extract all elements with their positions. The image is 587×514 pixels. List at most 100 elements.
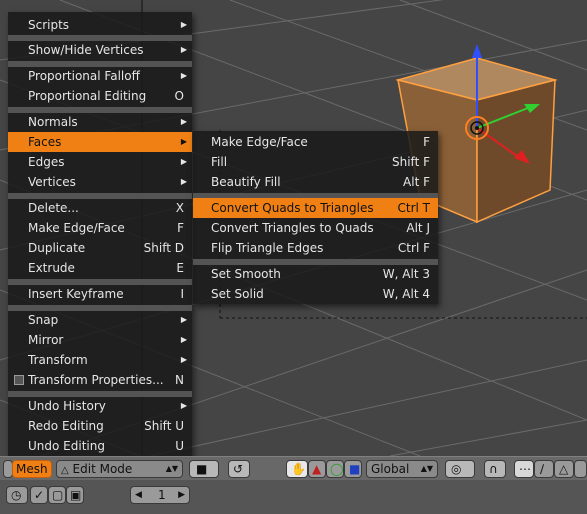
menu-item-label: Vertices <box>28 175 76 189</box>
menu-item-label: Make Edge/Face <box>28 221 125 235</box>
proportional-icon: ◎ <box>451 462 462 476</box>
frame-number-field[interactable]: ◀ 1 ▶ <box>130 486 190 504</box>
submenu-item-set-solid[interactable]: Set Solid W, Alt 4 <box>193 284 438 304</box>
menu-item-label: Fill <box>211 155 228 169</box>
submenu-item-make-edge-face[interactable]: Make Edge/Face F <box>193 132 438 152</box>
menu-item-proportional-falloff[interactable]: Proportional Falloff ▶ <box>8 66 192 86</box>
menu-item-shortcut: Shift U <box>144 419 184 433</box>
tool-button-select[interactable]: ▢ <box>48 486 66 504</box>
face-select-icon: △ <box>559 462 569 476</box>
menu-item-show-hide-vertices[interactable]: Show/Hide Vertices ▶ <box>8 40 192 60</box>
menu-item-vertices[interactable]: Vertices ▶ <box>8 172 192 192</box>
menu-item-snap[interactable]: Snap ▶ <box>8 310 192 330</box>
transform-widget-toggle[interactable]: ✋ <box>286 460 308 478</box>
occlude-geometry-button[interactable] <box>574 460 587 478</box>
submenu-arrow-icon: ▶ <box>180 20 187 29</box>
menu-item-label: Convert Quads to Triangles <box>211 201 374 215</box>
snap-button[interactable]: ∩ <box>484 460 506 478</box>
submenu-item-beautify-fill[interactable]: Beautify Fill Alt F <box>193 172 438 192</box>
menu-item-shortcut: U <box>175 439 184 453</box>
menu-item-shortcut: F <box>423 135 430 149</box>
submenu-arrow-icon: ▶ <box>180 45 187 54</box>
menu-item-shortcut: W, Alt 3 <box>382 267 430 281</box>
submenu-item-fill[interactable]: Fill Shift F <box>193 152 438 172</box>
menu-item-shortcut: F <box>177 221 184 235</box>
menu-item-label: Undo History <box>28 399 106 413</box>
mode-selector[interactable]: △ Edit Mode ▲▼ <box>56 460 183 478</box>
menu-item-shortcut: Alt J <box>406 221 430 235</box>
menu-item-label: Normals <box>28 115 78 129</box>
submenu-item-convert-quads-to-triangles[interactable]: Convert Quads to Triangles Ctrl T <box>193 198 438 218</box>
checkbox-icon[interactable] <box>14 375 24 385</box>
menu-item-shortcut: W, Alt 4 <box>382 287 430 301</box>
menu-item-extrude[interactable]: Extrude E <box>8 258 192 278</box>
menu-item-normals[interactable]: Normals ▶ <box>8 112 192 132</box>
scale-manipulator-button[interactable]: ■ <box>344 460 362 478</box>
vertex-select-icon: ⋯ <box>519 462 531 476</box>
menu-item-label: Set Smooth <box>211 267 281 281</box>
menu-item-transform[interactable]: Transform ▶ <box>8 350 192 370</box>
menu-item-label: Insert Keyframe <box>28 287 124 301</box>
increment-arrow-icon: ▶ <box>178 490 185 500</box>
rotate-icon: ◯ <box>330 462 344 476</box>
faces-submenu: Make Edge/Face F Fill Shift F Beautify Fill A… <box>193 131 438 304</box>
menu-item-label: Undo Editing <box>28 439 105 453</box>
menu-item-edges[interactable]: Edges ▶ <box>8 152 192 172</box>
edge-select-mode-button[interactable]: ∕ <box>534 460 554 478</box>
menu-item-label: Snap <box>28 313 59 327</box>
menu-item-label: Extrude <box>28 261 75 275</box>
menu-item-undo-history[interactable]: Undo History ▶ <box>8 396 192 416</box>
menu-item-make-edge-face[interactable]: Make Edge/Face F <box>8 218 192 238</box>
vertex-select-mode-button[interactable]: ⋯ <box>514 460 534 478</box>
editor-type-button[interactable]: ◷ <box>6 486 28 504</box>
menu-item-shortcut: E <box>176 261 184 275</box>
menu-item-transform-properties[interactable]: Transform Properties... N <box>8 370 192 390</box>
hand-icon: ✋ <box>291 462 306 476</box>
menu-item-shortcut: Shift D <box>143 241 184 255</box>
submenu-item-flip-triangle-edges[interactable]: Flip Triangle Edges Ctrl F <box>193 238 438 258</box>
pivot-icon: ↺ <box>233 462 244 476</box>
menu-item-insert-keyframe[interactable]: Insert Keyframe I <box>8 284 192 304</box>
menu-item-shortcut: Shift F <box>392 155 430 169</box>
tool-button-move[interactable]: ✓ <box>30 486 48 504</box>
submenu-arrow-icon: ▶ <box>180 157 187 166</box>
mesh-menu: Scripts ▶ Show/Hide Vertices ▶ Proportional … <box>8 12 192 457</box>
menu-item-redo-editing[interactable]: Redo Editing Shift U <box>8 416 192 436</box>
draw-type-button[interactable]: ■ <box>189 460 219 478</box>
rotate-manipulator-button[interactable]: ◯ <box>326 460 344 478</box>
menu-item-proportional-editing[interactable]: Proportional Editing O <box>8 86 192 106</box>
submenu-arrow-icon: ▶ <box>180 137 187 146</box>
scale-icon: ■ <box>349 462 361 476</box>
submenu-item-set-smooth[interactable]: Set Smooth W, Alt 3 <box>193 264 438 284</box>
menu-item-duplicate[interactable]: Duplicate Shift D <box>8 238 192 258</box>
orientation-selector[interactable]: Global ▲▼ <box>366 460 438 478</box>
tool-button-image[interactable]: ▣ <box>66 486 84 504</box>
menu-item-scripts[interactable]: Scripts ▶ <box>8 15 192 35</box>
submenu-arrow-icon: ▶ <box>180 335 187 344</box>
menu-item-delete[interactable]: Delete... X <box>8 198 192 218</box>
proportional-edit-button[interactable]: ◎ <box>445 460 475 478</box>
menu-item-label: Proportional Falloff <box>28 69 140 83</box>
menu-item-label: Make Edge/Face <box>211 135 308 149</box>
clock-icon: ◷ <box>11 488 22 502</box>
menu-item-label: Duplicate <box>28 241 86 255</box>
menu-item-label: Convert Triangles to Quads <box>211 221 374 235</box>
pivot-button[interactable]: ↺ <box>228 460 250 478</box>
menu-item-shortcut: I <box>180 287 184 301</box>
menu-item-faces[interactable]: Faces ▶ <box>8 132 192 152</box>
translate-manipulator-button[interactable]: ▲ <box>308 460 326 478</box>
dropdown-arrows-icon: ▲▼ <box>165 464 178 473</box>
mesh-menu-button[interactable]: Mesh <box>12 460 52 478</box>
submenu-arrow-icon: ▶ <box>180 117 187 126</box>
menu-item-label: Delete... <box>28 201 79 215</box>
menu-item-mirror[interactable]: Mirror ▶ <box>8 330 192 350</box>
menu-item-shortcut: N <box>175 373 184 387</box>
menu-item-label: Show/Hide Vertices <box>28 43 144 57</box>
menu-item-label: Scripts <box>28 18 70 32</box>
menu-item-shortcut: O <box>174 89 184 103</box>
face-select-mode-button[interactable]: △ <box>554 460 574 478</box>
menu-item-undo-editing[interactable]: Undo Editing U <box>8 436 192 456</box>
3d-view-header: Mesh △ Edit Mode ▲▼ ■ ↺ ✋ ▲ ◯ ■ Global ▲… <box>0 456 587 481</box>
submenu-item-convert-triangles-to-quads[interactable]: Convert Triangles to Quads Alt J <box>193 218 438 238</box>
translate-icon: ▲ <box>312 462 322 476</box>
